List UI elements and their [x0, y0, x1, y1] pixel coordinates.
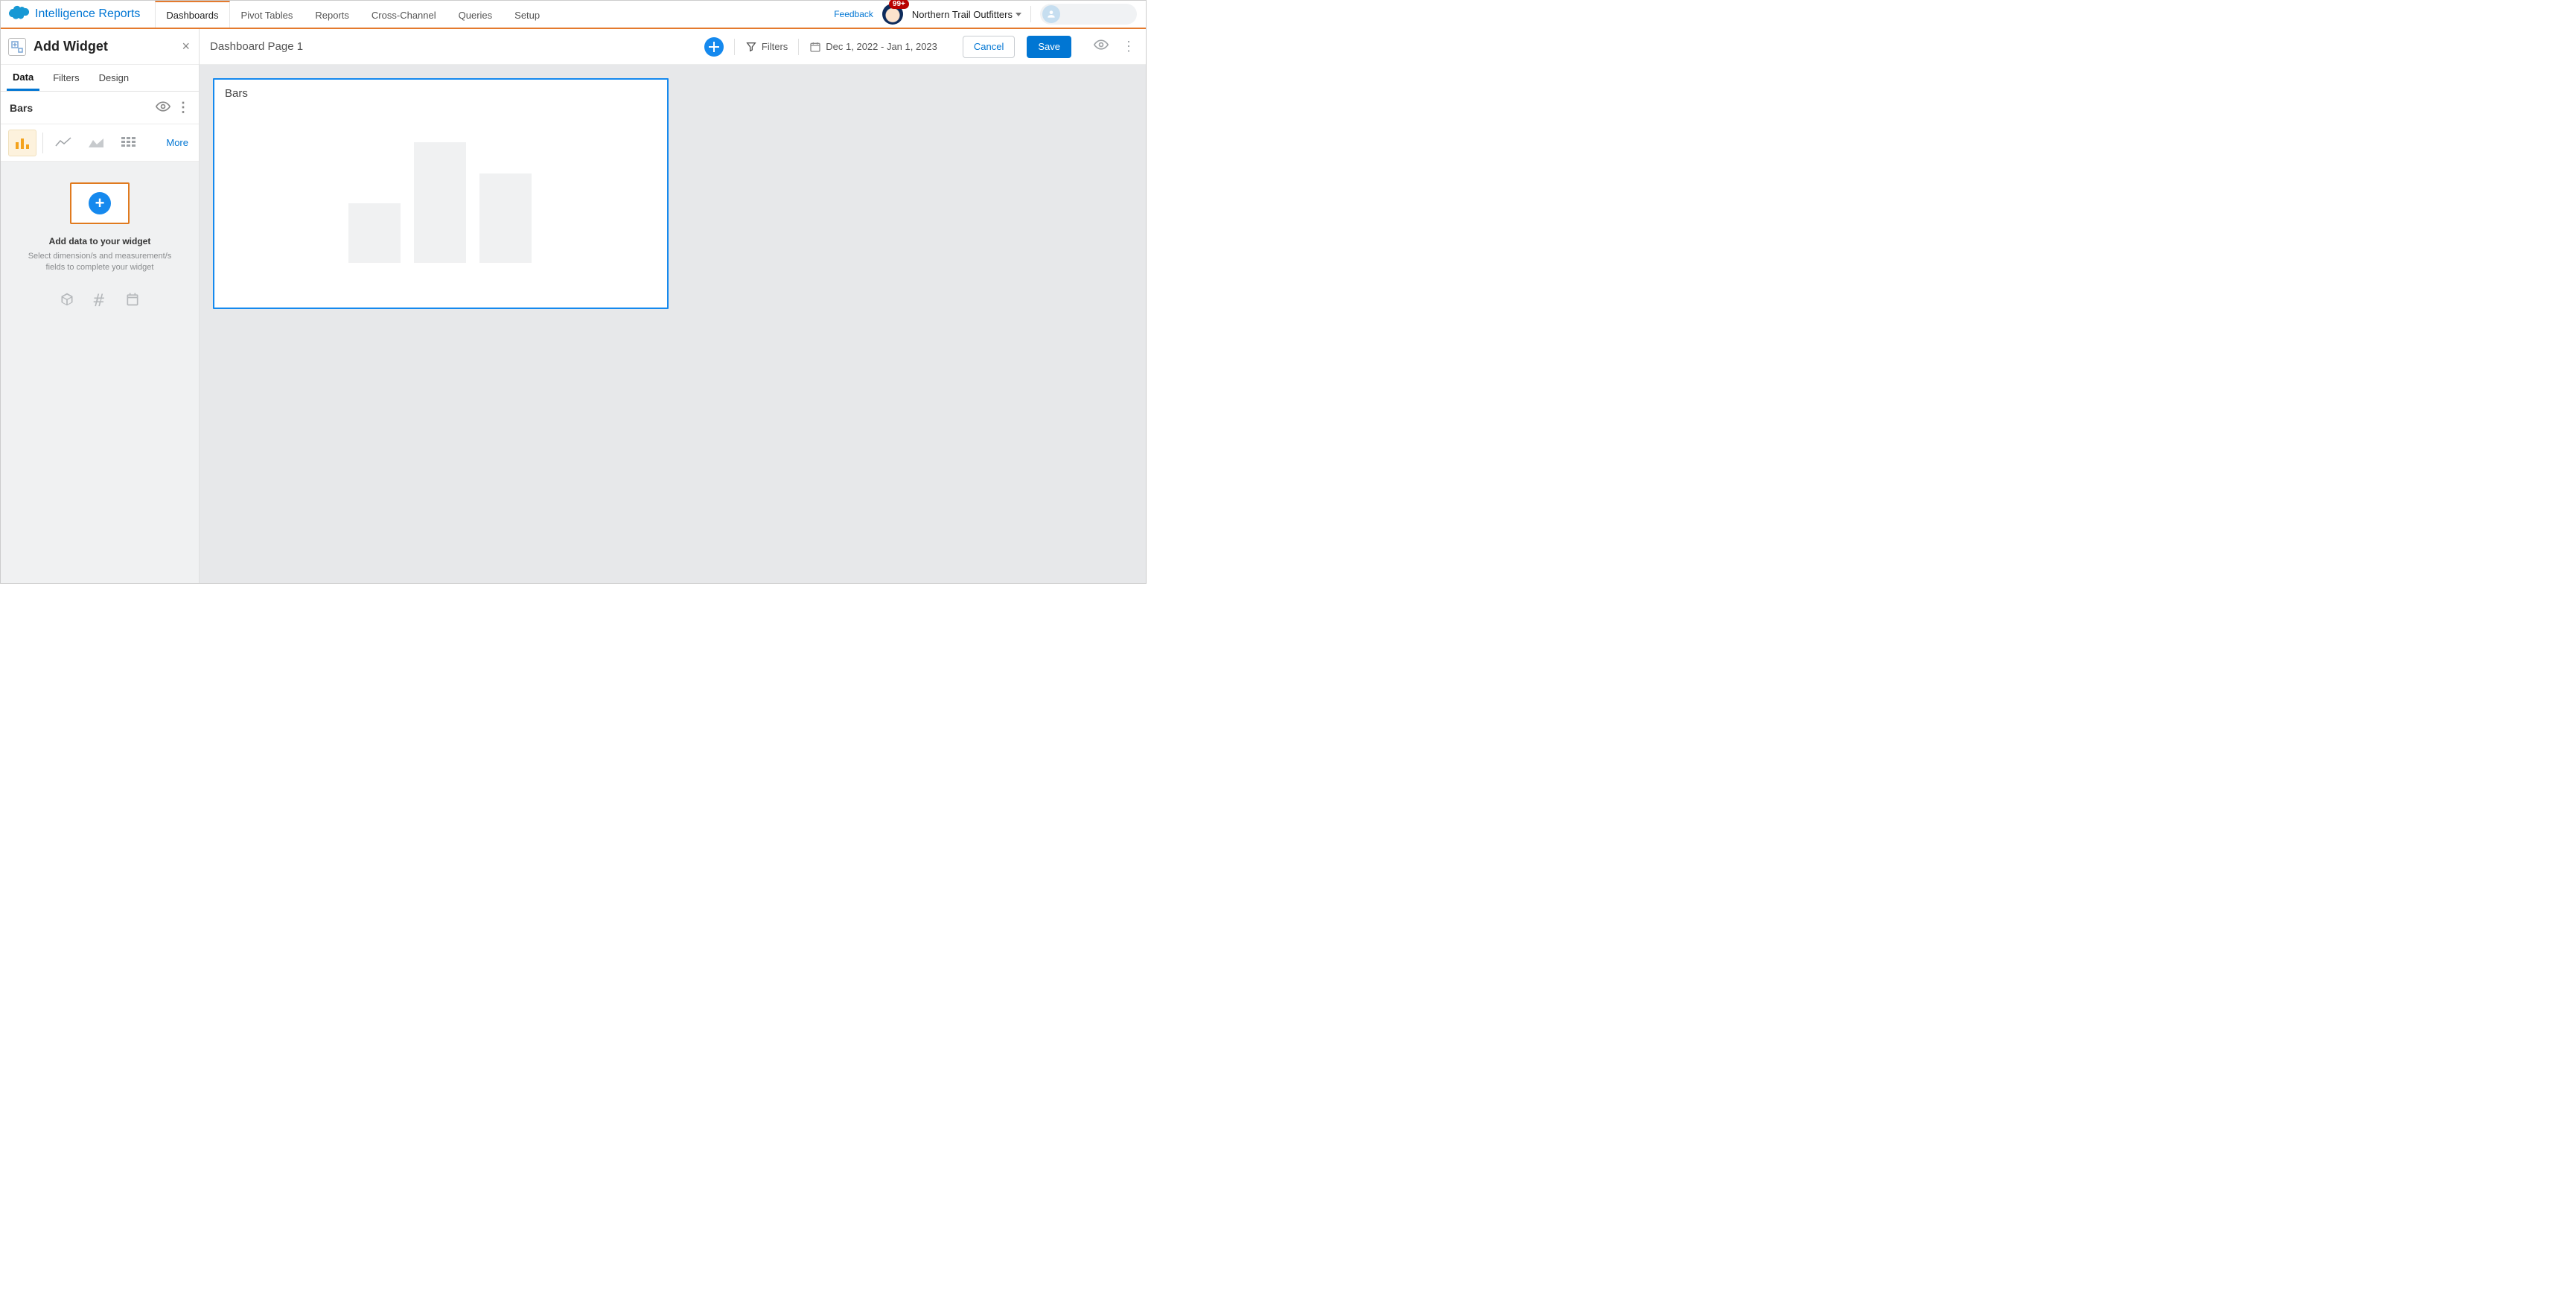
product-name: Intelligence Reports: [35, 7, 140, 21]
widget-name-label: Bars: [10, 102, 33, 114]
empty-state-description: Select dimension/s and measurement/s fie…: [18, 251, 182, 274]
chevron-down-icon: [1016, 13, 1021, 16]
tab-pivot-tables[interactable]: Pivot Tables: [230, 1, 305, 28]
widget-bars[interactable]: Bars: [213, 78, 669, 309]
date-range-label: Dec 1, 2022 - Jan 1, 2023: [826, 41, 937, 52]
user-avatar-icon: [1042, 5, 1060, 23]
widget-name-row: Bars ⋮: [1, 92, 199, 124]
widget-title: Bars: [214, 80, 667, 107]
tab-reports[interactable]: Reports: [304, 1, 360, 28]
close-icon[interactable]: ×: [182, 39, 190, 54]
dimension-cube-icon: [60, 292, 74, 311]
placeholder-bar: [479, 173, 532, 263]
page-title: Dashboard Page 1: [210, 40, 697, 53]
chart-type-table-icon[interactable]: [115, 130, 143, 156]
add-widget-panel: Add Widget × Data Filters Design Bars ⋮: [1, 29, 200, 583]
add-data-button[interactable]: +: [70, 182, 130, 224]
divider: [1030, 6, 1031, 22]
empty-state-title: Add data to your widget: [1, 236, 199, 246]
chart-type-area-icon[interactable]: [82, 130, 110, 156]
panel-tabs: Data Filters Design: [1, 65, 199, 92]
panel-tab-data[interactable]: Data: [7, 65, 39, 91]
main-tabs: Dashboards Pivot Tables Reports Cross-Ch…: [155, 1, 551, 28]
save-button[interactable]: Save: [1027, 36, 1071, 58]
divider: [798, 39, 799, 55]
measurement-hash-icon: [92, 292, 107, 311]
tab-setup[interactable]: Setup: [503, 1, 551, 28]
visibility-toggle-icon[interactable]: [156, 99, 170, 116]
chart-type-line-icon[interactable]: [49, 130, 77, 156]
org-switcher[interactable]: Northern Trail Outfitters: [912, 9, 1021, 20]
tab-queries[interactable]: Queries: [447, 1, 504, 28]
org-name-label: Northern Trail Outfitters: [912, 9, 1013, 20]
date-range-picker[interactable]: Dec 1, 2022 - Jan 1, 2023: [809, 41, 937, 53]
preview-eye-icon[interactable]: [1094, 37, 1109, 56]
feedback-link[interactable]: Feedback: [834, 9, 873, 19]
panel-tab-design[interactable]: Design: [93, 65, 135, 91]
add-widget-icon: [8, 38, 26, 56]
date-calendar-icon: [125, 292, 140, 311]
panel-title: Add Widget: [34, 39, 174, 54]
notification-badge: 99+: [889, 0, 909, 9]
bar-chart-placeholder: [348, 142, 532, 263]
filters-label: Filters: [762, 41, 788, 52]
assistant-avatar-icon[interactable]: 99+: [882, 4, 903, 25]
add-page-button[interactable]: [704, 37, 724, 57]
add-data-empty-state: + Add data to your widget Select dimensi…: [1, 162, 199, 583]
placeholder-bar: [414, 142, 466, 263]
panel-tab-filters[interactable]: Filters: [47, 65, 85, 91]
dashboard-canvas[interactable]: Bars: [200, 65, 1146, 583]
chart-type-more-link[interactable]: More: [166, 137, 191, 148]
chart-type-row: More: [1, 124, 199, 162]
tab-dashboards[interactable]: Dashboards: [155, 1, 229, 28]
brand-block: Intelligence Reports: [1, 1, 147, 28]
divider: [734, 39, 735, 55]
tab-cross-channel[interactable]: Cross-Channel: [360, 1, 447, 28]
plus-icon: +: [89, 192, 111, 214]
page-more-icon[interactable]: ⋮: [1122, 39, 1135, 54]
dashboard-canvas-area: Dashboard Page 1 Filters Dec 1, 2022 - J…: [200, 29, 1146, 583]
user-menu[interactable]: [1040, 4, 1137, 25]
divider: [42, 133, 43, 153]
filters-button[interactable]: Filters: [745, 41, 788, 53]
chart-type-bar-icon[interactable]: [8, 130, 36, 156]
placeholder-bar: [348, 203, 401, 263]
global-nav: Intelligence Reports Dashboards Pivot Ta…: [1, 1, 1146, 29]
salesforce-cloud-icon: [7, 4, 29, 25]
cancel-button[interactable]: Cancel: [963, 36, 1015, 58]
canvas-toolbar: Dashboard Page 1 Filters Dec 1, 2022 - J…: [200, 29, 1146, 65]
widget-more-icon[interactable]: ⋮: [176, 100, 190, 115]
